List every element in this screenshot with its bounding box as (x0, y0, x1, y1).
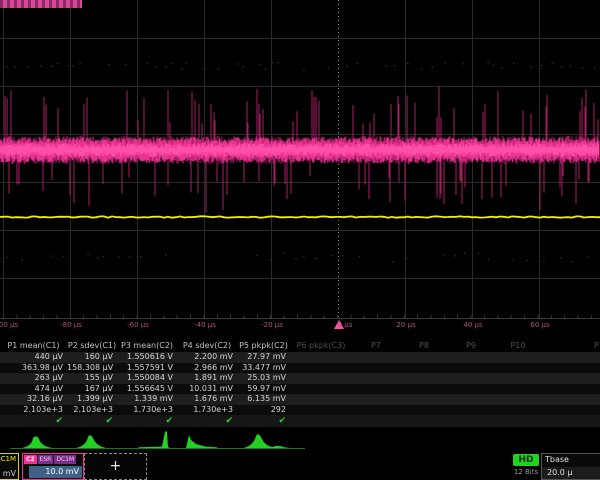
measure-cell: 1.399 µV (67, 394, 117, 405)
c1-trace (0, 216, 600, 217)
param-header-p9: P9 (448, 340, 494, 352)
measure-cell: 10.031 mV (177, 384, 237, 395)
status-check-icon: ✔ (0, 415, 67, 427)
measure-cell: 1.891 mV (177, 373, 237, 384)
param-header-p7: P7 (352, 340, 400, 352)
measure-cell: 2.103e+3 (67, 405, 117, 416)
measure-cell: 155 µV (67, 373, 117, 384)
status-check-icon: ✔ (177, 415, 237, 427)
c1-scale-value: 0 mV (0, 469, 16, 478)
histicon-strip (0, 430, 320, 452)
waveform-display[interactable] (0, 0, 600, 332)
measure-cell: 59.97 mV (237, 384, 290, 395)
histicon-p4[interactable] (186, 435, 217, 448)
time-axis-label: 0 µs (338, 321, 353, 329)
status-check-icon: ✔ (67, 415, 117, 427)
measure-row: 263 µV155 µV1.550084 V1.891 mV25.03 mV (0, 373, 600, 384)
time-axis: -100 µs -80 µs -60 µs -40 µs -20 µs 0 µs 20 µs… (0, 318, 600, 336)
oscilloscope-screen: -100 µs -80 µs -60 µs -40 µs -20 µs 0 µs 20 µs… (0, 0, 600, 480)
histicon-p5[interactable] (244, 434, 290, 448)
hd-bits-label: 12 Bits (511, 468, 541, 476)
measure-cell: 1.730e+3 (117, 405, 177, 416)
measure-cell: 160 µV (67, 352, 117, 363)
c2-esr-badge: ESR (38, 455, 54, 464)
c1-coupling-label: C1M (1, 455, 16, 463)
time-axis-label: -60 µs (127, 321, 149, 329)
measure-cell: 32.16 µV (0, 394, 67, 405)
measure-table: P1 mean(C1)P2 sdev(C1)P3 mean(C2)P4 sdev… (0, 340, 600, 427)
measure-cell: 33.477 mV (237, 363, 290, 374)
measure-cell: 158.308 µV (67, 363, 117, 374)
measure-cell: 1.730e+3 (177, 405, 237, 416)
measure-cell: 1.550084 V (117, 373, 177, 384)
measure-cell: 292 (237, 405, 290, 416)
time-axis-label: -80 µs (60, 321, 82, 329)
measure-row: 474 µV167 µV1.556645 V10.031 mV59.97 mV (0, 384, 600, 395)
measure-cell: 263 µV (0, 373, 67, 384)
param-header-p8: P8 (400, 340, 448, 352)
measure-cell: 2.200 mV (177, 352, 237, 363)
measure-cell: 1.557591 V (117, 363, 177, 374)
hd-mode-badge[interactable]: HD (513, 454, 539, 466)
c2-channel-badge: C2 (24, 455, 37, 464)
param-header-p10: P10 (494, 340, 542, 352)
status-check-icon: ✔ (117, 415, 177, 427)
measure-cell: 167 µV (67, 384, 117, 395)
status-check-icon: ✔ (237, 415, 290, 427)
histicon-p3[interactable] (138, 432, 170, 449)
measure-cell: 2.103e+3 (0, 405, 67, 416)
histicon-p1[interactable] (22, 436, 52, 448)
param-header-p6: P6 pkpk(C3) (290, 340, 352, 352)
measure-cell: 6.135 mV (237, 394, 290, 405)
measure-cell: 363.98 µV (0, 363, 67, 374)
measure-cell: 1.339 mV (117, 394, 177, 405)
time-axis-label: 60 µs (530, 321, 549, 329)
time-axis-label: 40 µs (463, 321, 482, 329)
measure-row: 363.98 µV158.308 µV1.557591 V2.966 mV33.… (0, 363, 600, 374)
measure-row: 2.103e+32.103e+31.730e+31.730e+3292 (0, 405, 600, 416)
measure-row: 440 µV160 µV1.550616 V2.200 mV27.97 mV (0, 352, 600, 363)
measure-row: 32.16 µV1.399 µV1.339 mV1.676 mV6.135 mV (0, 394, 600, 405)
c2-descriptor-box[interactable]: C2 ESR DC1M 10.0 mV (22, 453, 84, 480)
timebase-value: 20.0 µ (542, 467, 600, 479)
descriptor-bar: C1M 0 mV C2 ESR DC1M 10.0 mV + HD 12 Bit… (0, 452, 600, 480)
measure-cell: 27.97 mV (237, 352, 290, 363)
time-axis-label: -20 µs (261, 321, 283, 329)
param-header-p4[interactable]: P4 sdev(C2) (177, 340, 237, 352)
c1-descriptor-box[interactable]: C1M 0 mV (0, 453, 19, 480)
measure-cell: 1.556645 V (117, 384, 177, 395)
c2-coupling-badge: DC1M (54, 455, 76, 464)
time-axis-label: -100 µs (0, 321, 18, 329)
time-axis-label: 20 µs (396, 321, 415, 329)
histicon-p2[interactable] (76, 435, 106, 448)
param-header-p1[interactable]: P1 mean(C1) (0, 340, 67, 352)
measure-status-row: ✔✔✔✔✔ (0, 415, 600, 427)
measure-cell: 2.966 mV (177, 363, 237, 374)
time-axis-label: -40 µs (194, 321, 216, 329)
timebase-descriptor-box[interactable]: Tbase 20.0 µ (541, 453, 600, 480)
measure-cell: 440 µV (0, 352, 67, 363)
param-header-p11: P11 (542, 340, 600, 352)
measure-cell: 1.676 mV (177, 394, 237, 405)
c2-scale-value[interactable]: 10.0 mV (29, 466, 82, 478)
param-header-p2[interactable]: P2 sdev(C1) (67, 340, 117, 352)
measure-cell: 25.03 mV (237, 373, 290, 384)
timebase-label: Tbase (545, 455, 569, 464)
param-header-p3[interactable]: P3 mean(C2) (117, 340, 177, 352)
trace-annotation-badge (0, 0, 82, 8)
measure-cell: 474 µV (0, 384, 67, 395)
param-header-p5[interactable]: P5 pkpk(C2) (237, 340, 290, 352)
add-trace-button[interactable]: + (84, 453, 147, 480)
measure-cell: 1.550616 V (117, 352, 177, 363)
